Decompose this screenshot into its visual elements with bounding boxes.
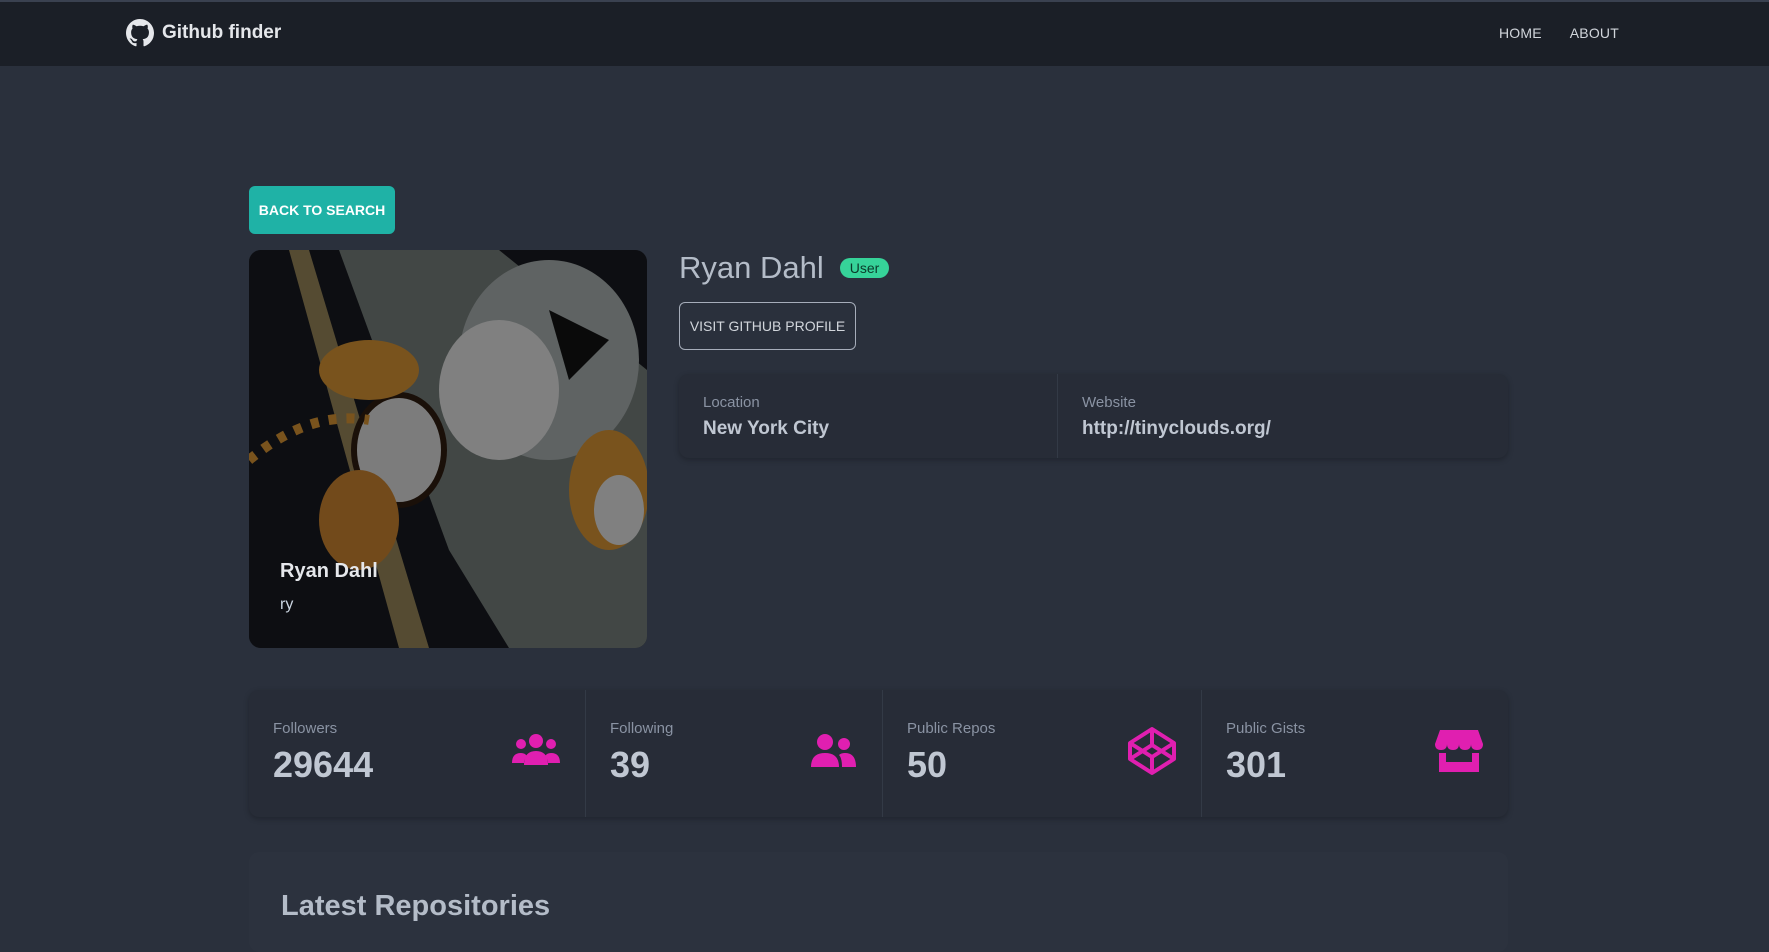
public-gists-stat: Public Gists 301 xyxy=(1202,690,1508,817)
users-icon xyxy=(511,726,561,776)
location-value: New York City xyxy=(703,418,830,439)
following-value: 39 xyxy=(610,744,651,785)
user-type-badge: User xyxy=(839,258,890,278)
website-label: Website xyxy=(1082,394,1136,411)
brand-label: Github finder xyxy=(162,22,282,43)
followers-label: Followers xyxy=(273,720,338,737)
user-friends-icon xyxy=(808,726,858,776)
codepen-icon xyxy=(1127,726,1177,776)
public-gists-value: 301 xyxy=(1226,744,1287,785)
following-label: Following xyxy=(610,720,674,737)
store-icon xyxy=(1434,726,1484,776)
brand[interactable]: Github finder xyxy=(126,19,281,47)
website-link[interactable]: http://tinyclouds.org/ xyxy=(1082,418,1271,439)
avatar-login: ry xyxy=(280,596,294,613)
repos-panel: Latest Repositories xyxy=(249,852,1508,952)
navbar: Github finder HOME ABOUT xyxy=(0,0,1769,66)
github-icon xyxy=(126,19,154,47)
followers-value: 29644 xyxy=(273,744,374,785)
public-repos-label: Public Repos xyxy=(907,720,996,737)
user-name: Ryan Dahl xyxy=(679,250,824,285)
avatar-image xyxy=(249,250,647,648)
followers-stat: Followers 29644 xyxy=(249,690,586,817)
nav-home-link[interactable]: HOME xyxy=(1499,25,1542,41)
location-label: Location xyxy=(703,394,760,411)
public-gists-label: Public Gists xyxy=(1226,720,1306,737)
following-stat: Following 39 xyxy=(586,690,883,817)
website-stat: Website http://tinyclouds.org/ xyxy=(1058,374,1508,458)
website-value: http://tinyclouds.org/ xyxy=(1082,418,1271,440)
public-repos-stat: Public Repos 50 xyxy=(883,690,1202,817)
user-title: Ryan Dahl User xyxy=(679,250,890,286)
avatar-name: Ryan Dahl xyxy=(280,560,378,582)
location-stat: Location New York City xyxy=(679,374,1058,458)
nav-about-link[interactable]: ABOUT xyxy=(1570,25,1619,41)
public-repos-value: 50 xyxy=(907,744,948,785)
nav-links: HOME ABOUT xyxy=(1499,25,1619,41)
info-stats: Location New York City Website http://ti… xyxy=(679,374,1508,458)
stats-panel: Followers 29644 Following 39 Public Repo… xyxy=(249,690,1508,817)
visit-github-profile-button[interactable]: VISIT GITHUB PROFILE xyxy=(679,302,856,350)
back-to-search-button[interactable]: BACK TO SEARCH xyxy=(249,186,395,234)
avatar-card: Ryan Dahl ry xyxy=(249,250,647,648)
repos-title: Latest Repositories xyxy=(281,890,551,922)
